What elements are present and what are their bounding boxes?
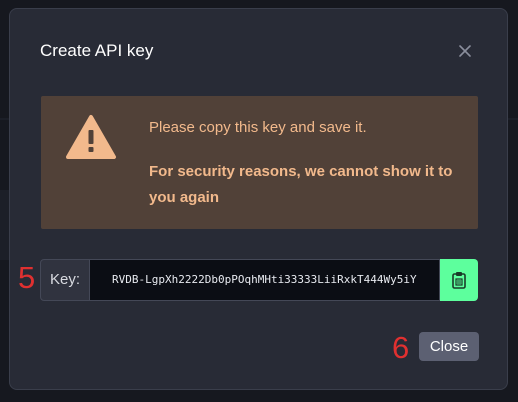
warning-message: Please copy this key and save it. bbox=[149, 119, 367, 136]
step-annotation-5: 5 bbox=[18, 260, 36, 295]
dialog-title: Create API key bbox=[40, 41, 154, 60]
background-panel bbox=[0, 190, 9, 260]
security-warning-box: Please copy this key and save it. For se… bbox=[41, 96, 478, 229]
background-divider bbox=[508, 118, 518, 120]
copy-key-button[interactable] bbox=[440, 259, 478, 301]
warning-security-note: For security reasons, we cannot show it … bbox=[149, 163, 453, 206]
close-button[interactable]: Close bbox=[419, 332, 479, 361]
clipboard-icon bbox=[452, 272, 466, 289]
key-label: Key: bbox=[40, 259, 90, 301]
api-key-field[interactable]: RVDB-LgpXh2222Db0pPOqhMHti33333LiiRxkT44… bbox=[90, 259, 440, 301]
create-api-key-dialog: Create API key Please copy this key and … bbox=[9, 8, 508, 390]
close-icon[interactable] bbox=[456, 42, 474, 60]
background-divider bbox=[0, 118, 9, 120]
step-annotation-6: 6 bbox=[392, 330, 410, 365]
warning-triangle-icon bbox=[65, 114, 117, 160]
